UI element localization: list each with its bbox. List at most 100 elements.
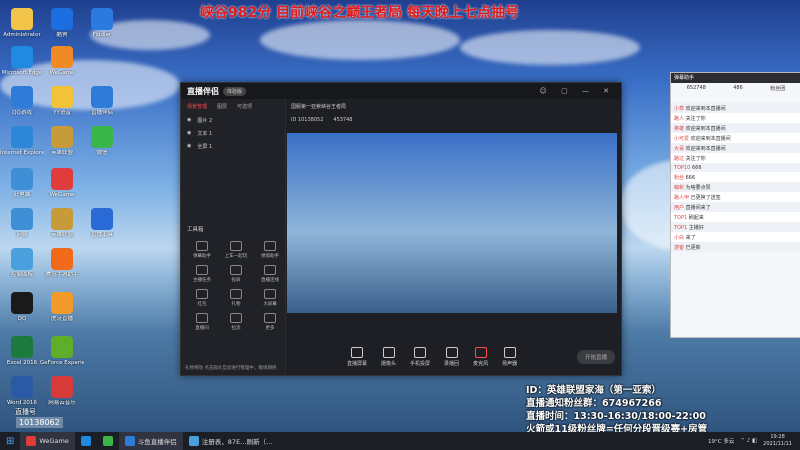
tool-icon: [264, 265, 276, 275]
app-icon: [11, 208, 33, 230]
tool-item[interactable]: 直播连线: [255, 265, 285, 283]
taskbar-item-companion[interactable]: 斗鱼直播伴侣: [118, 432, 183, 450]
tab-options[interactable]: 可选项: [237, 103, 252, 110]
desktop-icon[interactable]: GeForce Experience: [40, 336, 84, 367]
danmu-item[interactable]: 游客 已更新: [671, 242, 800, 252]
eye-icon[interactable]: ◉: [187, 143, 191, 150]
info-fans-group: 直播通知粉丝群：674967266: [526, 398, 662, 409]
danmu-item[interactable]: 粉丝 666: [671, 172, 800, 182]
tray-icons[interactable]: ⌃ ♪ ◧: [740, 438, 757, 444]
windows-icon: ⊞: [6, 435, 15, 447]
tool-item[interactable]: 直播间: [187, 313, 217, 331]
desktop-icon[interactable]: 直播工具: [80, 208, 124, 239]
desktop-icon[interactable]: QQ游戏: [0, 86, 44, 117]
bottom-toolbar: 直播屏幕 摄像头 手机投屏 录播回 麦克风 扬声器 开始直播: [287, 339, 621, 375]
system-tray[interactable]: 19°C 多云 ⌃ ♪ ◧ 19:28 2021/11/11: [708, 434, 800, 448]
app-icon: [11, 86, 33, 108]
room-number: 10138062: [16, 417, 63, 428]
desktop-icon[interactable]: Fiddler: [80, 8, 124, 39]
tool-item[interactable]: 上车一起玩: [221, 241, 251, 259]
start-live-button[interactable]: 开始直播: [576, 350, 615, 364]
desktop-icon[interactable]: Microsoft Edge: [0, 46, 44, 77]
danmu-item[interactable]: 小白 来了: [671, 232, 800, 242]
danmu-panel[interactable]: 弹幕助手 652748 486 粉丝团 小草 欢迎来到本直播间 路人 关注了你 英雄…: [670, 72, 800, 338]
danmu-item[interactable]: TOP1 主播好: [671, 222, 800, 232]
tool-item[interactable]: 投屏: [221, 265, 251, 283]
danmu-item[interactable]: TOP10 666: [671, 163, 800, 172]
app-icon: [11, 46, 33, 68]
danmu-item[interactable]: 路过 关注了你: [671, 153, 800, 163]
desktop-icon[interactable]: WeGame: [40, 168, 84, 199]
danmu-item[interactable]: 用户 直播间来了: [671, 202, 800, 212]
danmu-item[interactable]: TOP1 刷起来: [671, 212, 800, 222]
tab-scenes[interactable]: 场景管理: [187, 103, 207, 110]
window-controls[interactable]: ☺ ▢ — ✕: [540, 87, 615, 95]
danmu-item[interactable]: 路人 关注了你: [671, 113, 800, 123]
eye-icon[interactable]: ◉: [187, 117, 191, 124]
danmu-item[interactable]: 小可爱 欢迎来到本直播间: [671, 133, 800, 143]
danmu-item[interactable]: 路人甲 已更换了送签: [671, 192, 800, 202]
tool-item[interactable]: 主播任务: [187, 265, 217, 283]
taskbar-wechat[interactable]: [97, 432, 119, 450]
phone-cast-button[interactable]: 手机投屏: [410, 347, 430, 367]
monitor-icon: [351, 347, 363, 358]
desktop-icon[interactable]: 网易云音乐: [40, 376, 84, 407]
stream-info-overlay: ID：英雄联盟家海（第一亚索） 直播通知粉丝群：674967266 直播时间：1…: [526, 384, 736, 436]
desktop-icon[interactable]: 英雄联盟: [40, 208, 84, 239]
stream-preview[interactable]: [287, 133, 617, 313]
taskbar-edge[interactable]: [75, 432, 97, 450]
status-text: 礼物特效 点击观众互动进行管理中，敬请期待: [185, 366, 277, 371]
desktop-icon[interactable]: Internet Explorer: [0, 126, 44, 157]
screen-button[interactable]: 直播屏幕: [347, 347, 367, 367]
tool-icon: [264, 313, 276, 323]
window-titlebar[interactable]: 直播伴侣 体验版 ☺ ▢ — ✕: [181, 83, 621, 99]
tool-item[interactable]: 弹窗助手: [255, 241, 285, 259]
tool-item[interactable]: 红包: [187, 289, 217, 307]
desktop-icon[interactable]: 英雄联盟: [40, 126, 84, 157]
desktop-icon[interactable]: WeGame: [40, 46, 84, 77]
desktop-icon[interactable]: 直播伴侣: [80, 86, 124, 117]
tool-item[interactable]: 更多: [255, 313, 285, 331]
source-item[interactable]: ◉ 图片 2: [181, 114, 285, 127]
desktop-icon[interactable]: YY语音: [40, 86, 84, 117]
desktop-icon[interactable]: 腾讯手游助手: [40, 248, 84, 279]
toolbox-title: 工具箱: [187, 227, 204, 233]
desktop-icon[interactable]: 此电脑: [0, 168, 44, 199]
version-badge[interactable]: 体验版: [223, 86, 247, 96]
tool-item[interactable]: 弹幕助手: [187, 241, 217, 259]
taskbar: ⊞ WeGame 斗鱼直播伴侣 注册表，87E…刷新（… 19°C 多云 ⌃ ♪…: [0, 432, 800, 450]
start-button[interactable]: ⊞: [0, 432, 20, 450]
danmu-item[interactable]: 萌新 为啥要点赞: [671, 182, 800, 192]
tool-item[interactable]: 拉流: [221, 313, 251, 331]
source-item[interactable]: ◉ 全屏 1: [181, 140, 285, 153]
source-item[interactable]: ◉ 文本 1: [181, 127, 285, 140]
clock[interactable]: 19:28 2021/11/11: [763, 434, 792, 448]
stream-title[interactable]: 国服第一亚索峡谷王者局: [291, 104, 346, 110]
tool-item[interactable]: 礼物: [221, 289, 251, 307]
desktop-icon[interactable]: QQ: [0, 292, 44, 323]
phone-icon: [414, 347, 427, 358]
live-companion-window[interactable]: 直播伴侣 体验版 ☺ ▢ — ✕ 场景管理 图层 可选项 ◉ 图片 2 ◉ 文本 1…: [180, 82, 622, 376]
danmu-item[interactable]: 小草 欢迎来到本直播间: [671, 103, 800, 113]
desktop-icon[interactable]: 虎牙直播: [40, 292, 84, 323]
desktop-icon[interactable]: 微信: [80, 126, 124, 157]
desktop-icon[interactable]: Administrator: [0, 8, 44, 39]
taskbar-item-registry[interactable]: 注册表，87E…刷新（…: [183, 432, 279, 450]
weather[interactable]: 19°C 多云: [708, 437, 734, 445]
camera-button[interactable]: 摄像头: [381, 347, 396, 367]
mic-button[interactable]: 麦克风: [473, 347, 488, 367]
danmu-list[interactable]: 小草 欢迎来到本直播间 路人 关注了你 英雄 欢迎来到本直播间 小可爱 欢迎来到本直播…: [671, 103, 800, 337]
desktop-icon[interactable]: 控制面板: [0, 248, 44, 279]
tab-layers[interactable]: 图层: [217, 103, 227, 110]
danmu-item[interactable]: 大哥 欢迎来到本直播间: [671, 143, 800, 153]
desktop-icon[interactable]: Word 2016: [0, 376, 44, 407]
desktop-icon[interactable]: 网络: [0, 208, 44, 239]
record-button[interactable]: 录播回: [444, 347, 459, 367]
tool-item[interactable]: 大屏幕: [255, 289, 285, 307]
taskbar-item-wegame[interactable]: WeGame: [20, 432, 75, 450]
eye-icon[interactable]: ◉: [187, 130, 191, 137]
speaker-button[interactable]: 扬声器: [502, 347, 517, 367]
danmu-item[interactable]: 英雄 欢迎来到本直播间: [671, 123, 800, 133]
desktop-icon[interactable]: Excel 2016: [0, 336, 44, 367]
desktop-icon[interactable]: 酷狗: [40, 8, 84, 39]
